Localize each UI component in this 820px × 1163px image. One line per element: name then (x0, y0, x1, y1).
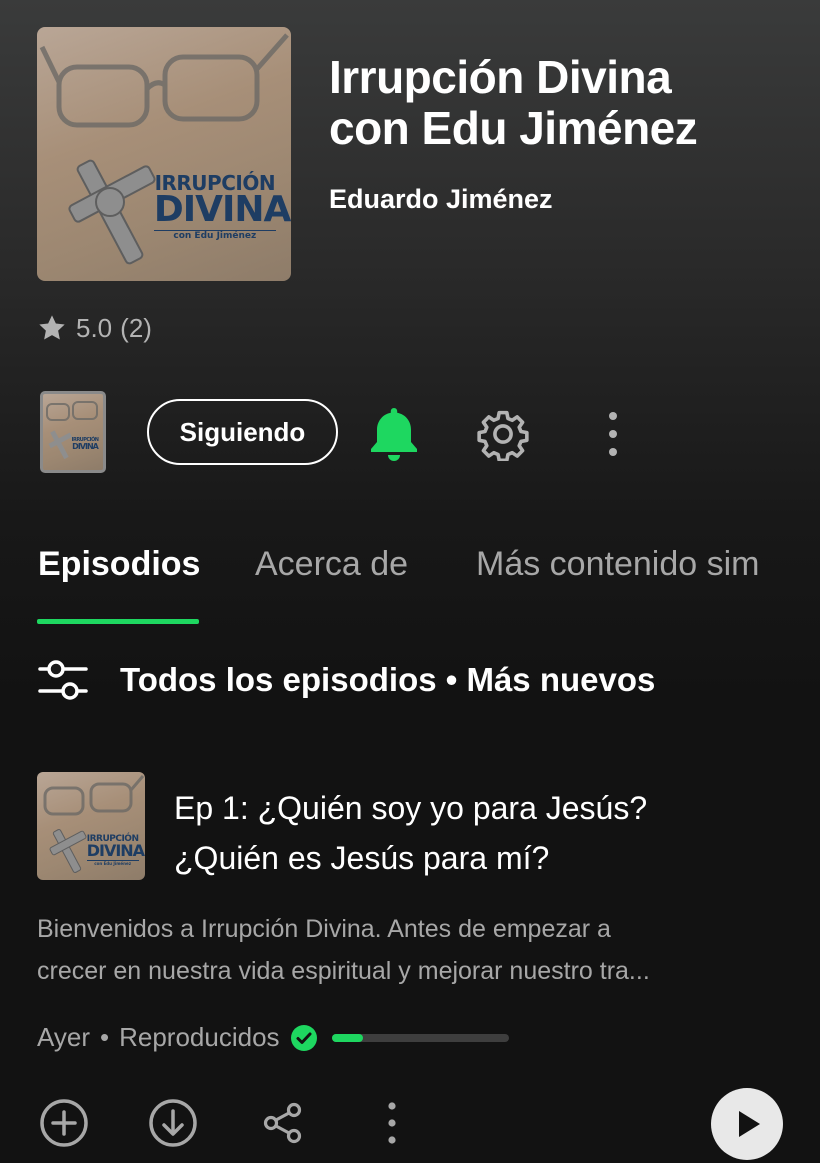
episode-thumbnail[interactable]: IRRUPCIÓN DIVINA con Edu Jiménez (37, 772, 145, 880)
more-vertical-icon[interactable] (598, 408, 628, 460)
episode-title[interactable]: Ep 1: ¿Quién soy yo para Jesús? ¿Quién e… (174, 783, 794, 883)
rating-value: 5.0 (76, 312, 113, 343)
play-icon (739, 1111, 760, 1137)
check-circle-icon (290, 1024, 317, 1051)
gear-icon[interactable] (475, 406, 531, 462)
cover-title-text: IRRUPCIÓN DIVINA con Edu Jiménez (153, 171, 291, 241)
star-icon (39, 315, 65, 340)
more-vertical-icon[interactable] (380, 1100, 404, 1146)
podcast-author[interactable]: Eduardo Jiménez (329, 184, 553, 215)
episode-date: Ayer (37, 1022, 90, 1052)
played-status: Reproducidos (119, 1022, 280, 1052)
cover-title-text: IRRUPCIÓN DIVINA con Edu Jiménez (86, 833, 145, 867)
mini-cover-art[interactable]: IRRUPCIÓN DIVINA con Edu Jiménez (40, 391, 106, 473)
podcast-cover-art: IRRUPCIÓN DIVINA con Edu Jiménez (37, 27, 291, 281)
download-icon[interactable] (146, 1096, 200, 1150)
following-button[interactable]: Siguiendo (147, 399, 338, 465)
share-icon[interactable] (261, 1100, 305, 1146)
glasses-image (39, 33, 289, 265)
episode-filter[interactable]: Todos los episodios • Más nuevos (38, 658, 655, 702)
playback-progress-bar (331, 1033, 509, 1042)
filter-sliders-icon (38, 660, 88, 700)
tab-mas-contenido[interactable]: Más contenido sim (476, 545, 759, 584)
episode-description[interactable]: Bienvenidos a Irrupción Divina. Antes de… (37, 908, 797, 992)
filter-label: Todos los episodios • Más nuevos (120, 661, 656, 698)
rating-count: (2) (120, 312, 152, 343)
episode-meta: Ayer • Reproducidos (37, 1022, 509, 1053)
rating[interactable]: 5.0 (2) (36, 312, 152, 344)
tab-episodios[interactable]: Episodios (38, 545, 200, 584)
bell-icon[interactable] (366, 405, 422, 463)
podcast-title: Irrupción Divina con Edu Jiménez (329, 51, 698, 154)
playback-progress-fill (331, 1033, 364, 1042)
add-circle-icon[interactable] (37, 1096, 91, 1150)
tab-acerca-de[interactable]: Acerca de (255, 545, 408, 584)
active-tab-indicator (37, 619, 199, 624)
play-button[interactable] (711, 1088, 783, 1160)
meta-separator: • (100, 1022, 110, 1052)
tab-bar: Episodios Acerca de Más contenido sim (0, 545, 820, 625)
glasses-image (46, 401, 98, 460)
cover-title-text: IRRUPCIÓN DIVINA con Edu Jiménez (71, 437, 99, 451)
